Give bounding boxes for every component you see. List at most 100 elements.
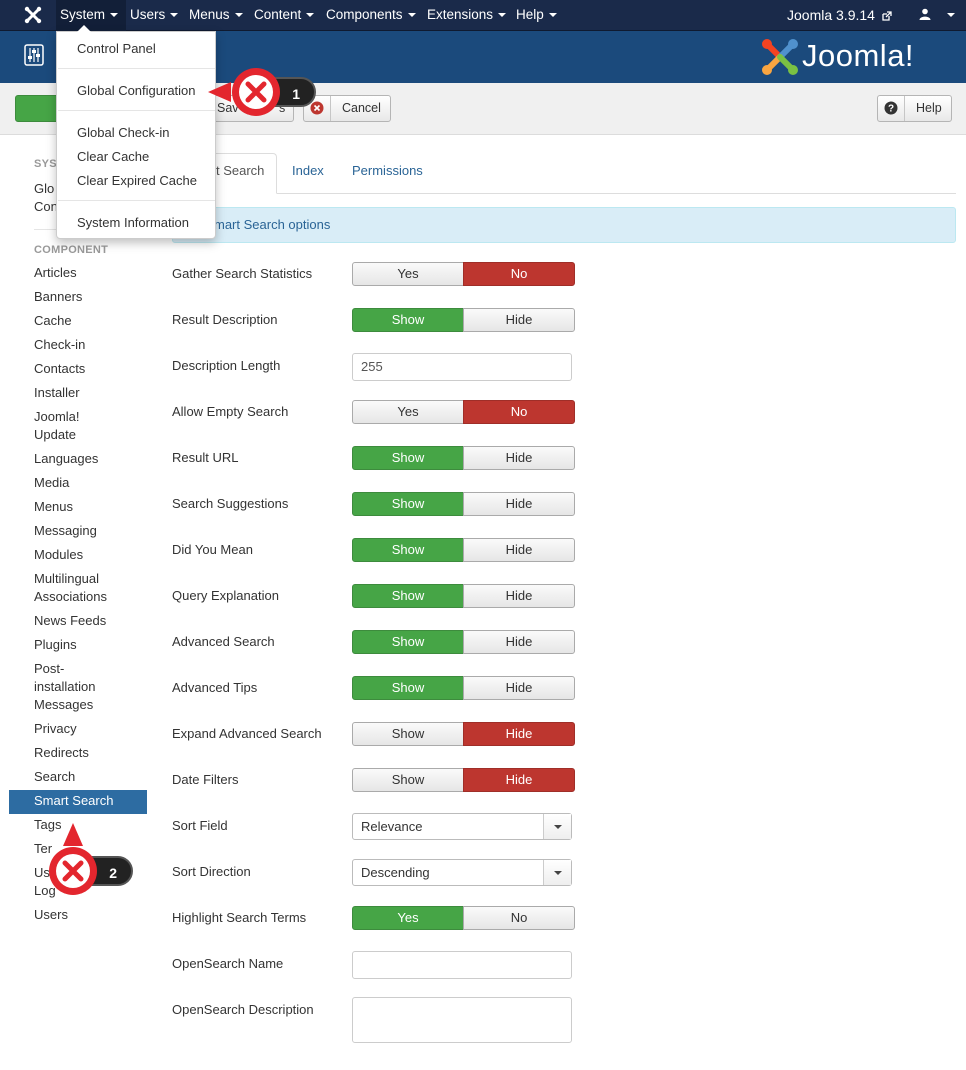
menu-item-clear-expired-cache[interactable]: Clear Expired Cache: [77, 173, 197, 188]
tabs-underline: [172, 193, 956, 194]
tab-permissions[interactable]: Permissions: [352, 163, 423, 178]
toggle-option-hide[interactable]: Hide: [463, 492, 575, 516]
nav-help[interactable]: Help: [516, 0, 557, 31]
sidebar-item-postinstall-3[interactable]: Messages: [34, 696, 93, 714]
menu-item-global-configuration[interactable]: Global Configuration: [77, 83, 196, 98]
toggle-option-hide[interactable]: Hide: [463, 308, 575, 332]
toggle-option-show[interactable]: Show: [352, 722, 464, 746]
cancel-button[interactable]: Cancel: [303, 95, 391, 122]
tab-smart-search-label: t Search: [216, 163, 265, 178]
nav-components[interactable]: Components: [326, 0, 416, 31]
sidebar-item-menus[interactable]: Menus: [34, 498, 73, 516]
select-sort-field[interactable]: Relevance: [352, 813, 572, 840]
sidebar-item-articles[interactable]: Articles: [34, 264, 77, 282]
toggle-expand-advanced-search: Show Hide: [352, 722, 575, 746]
nav-menus-label: Menus: [189, 7, 230, 22]
joomla-logo-icon[interactable]: [24, 6, 42, 24]
toggle-option-show[interactable]: Show: [352, 308, 464, 332]
sidebar-item-search[interactable]: Search: [34, 768, 75, 786]
toggle-date-filters: Show Hide: [352, 768, 575, 792]
label-result-description: Result Description: [172, 312, 278, 327]
chevron-down-icon[interactable]: [543, 814, 571, 839]
menu-divider: [58, 68, 215, 69]
nav-users[interactable]: Users: [130, 0, 179, 31]
version-link[interactable]: Joomla 3.9.14: [787, 0, 892, 31]
toggle-option-hide[interactable]: Hide: [463, 768, 575, 792]
sidebar-item-modules[interactable]: Modules: [34, 546, 83, 564]
cancel-icon: [310, 101, 324, 115]
toggle-option-hide[interactable]: Hide: [463, 538, 575, 562]
toggle-option-yes[interactable]: Yes: [352, 262, 464, 286]
sidebar-item-contacts[interactable]: Contacts: [34, 360, 85, 378]
tab-index[interactable]: Index: [292, 163, 324, 178]
sidebar-item-global-config-2[interactable]: Con: [34, 198, 58, 216]
sidebar-item-multilingual-2[interactable]: Associations: [34, 588, 107, 606]
toggle-option-show[interactable]: Show: [352, 630, 464, 654]
label-highlight-search-terms: Highlight Search Terms: [172, 910, 307, 925]
sidebar-item-postinstall[interactable]: Post-: [34, 660, 64, 678]
nav-content-label: Content: [254, 7, 302, 22]
nav-system[interactable]: System: [56, 0, 126, 31]
toggle-option-show[interactable]: Show: [352, 676, 464, 700]
label-result-url: Result URL: [172, 450, 239, 465]
menu-item-control-panel[interactable]: Control Panel: [77, 41, 156, 56]
menu-item-global-check-in[interactable]: Global Check-in: [77, 125, 170, 140]
toggle-option-show[interactable]: Show: [352, 446, 464, 470]
sidebar-item-languages[interactable]: Languages: [34, 450, 98, 468]
sidebar-item-messaging[interactable]: Messaging: [34, 522, 97, 540]
sidebar-item-check-in[interactable]: Check-in: [34, 336, 85, 354]
toggle-option-hide[interactable]: Hide: [463, 630, 575, 654]
input-description-length[interactable]: 255: [352, 353, 572, 381]
input-opensearch-name[interactable]: [352, 951, 572, 979]
chevron-down-icon[interactable]: [543, 860, 571, 885]
select-sort-direction[interactable]: Descending: [352, 859, 572, 886]
sidebar-item-joomla-update[interactable]: Joomla!: [34, 408, 80, 426]
user-menu[interactable]: [919, 0, 955, 31]
toggle-option-hide[interactable]: Hide: [463, 676, 575, 700]
sidebar-item-plugins[interactable]: Plugins: [34, 636, 77, 654]
toggle-option-no[interactable]: No: [463, 400, 575, 424]
label-gather-search-statistics: Gather Search Statistics: [172, 266, 313, 281]
toggle-option-hide[interactable]: Hide: [463, 584, 575, 608]
toggle-option-yes[interactable]: Yes: [352, 906, 464, 930]
sidebar-item-multilingual[interactable]: Multilingual: [34, 570, 99, 588]
toggle-option-hide[interactable]: Hide: [463, 722, 575, 746]
toggle-option-show[interactable]: Show: [352, 768, 464, 792]
toggle-allow-empty-search: Yes No: [352, 400, 575, 424]
sidebar-item-smart-search[interactable]: Smart Search: [34, 792, 113, 810]
svg-text:?: ?: [888, 104, 894, 115]
sidebar-item-joomla-update-2[interactable]: Update: [34, 426, 76, 444]
nav-components-label: Components: [326, 7, 403, 22]
toggle-option-no[interactable]: No: [463, 262, 575, 286]
sidebar-item-postinstall-2[interactable]: installation: [34, 678, 95, 696]
help-label: Help: [916, 101, 942, 115]
toggle-did-you-mean: Show Hide: [352, 538, 575, 562]
menu-item-system-information[interactable]: System Information: [77, 215, 189, 230]
sidebar-item-banners[interactable]: Banners: [34, 288, 82, 306]
toggle-option-yes[interactable]: Yes: [352, 400, 464, 424]
menu-item-clear-cache[interactable]: Clear Cache: [77, 149, 149, 164]
nav-content[interactable]: Content: [254, 0, 315, 31]
sidebar-item-cache[interactable]: Cache: [34, 312, 72, 330]
textarea-opensearch-description[interactable]: [352, 997, 572, 1043]
toggle-option-no[interactable]: No: [463, 906, 575, 930]
sidebar-item-media[interactable]: Media: [34, 474, 69, 492]
sidebar-item-privacy[interactable]: Privacy: [34, 720, 77, 738]
toggle-option-show[interactable]: Show: [352, 492, 464, 516]
annotation-number-1: 1: [292, 86, 300, 102]
nav-extensions[interactable]: Extensions: [427, 0, 507, 31]
label-date-filters: Date Filters: [172, 772, 239, 787]
help-button[interactable]: ? Help: [877, 95, 952, 122]
sidebar-item-users[interactable]: Users: [34, 906, 68, 924]
toggle-option-show[interactable]: Show: [352, 584, 464, 608]
sidebar-component-header: COMPONENT: [34, 244, 109, 256]
annotation-marker-2-icon: [49, 823, 97, 895]
toggle-option-hide[interactable]: Hide: [463, 446, 575, 470]
sidebar-item-redirects[interactable]: Redirects: [34, 744, 89, 762]
toggle-option-show[interactable]: Show: [352, 538, 464, 562]
nav-menus[interactable]: Menus: [189, 0, 243, 31]
label-opensearch-name: OpenSearch Name: [172, 956, 284, 971]
sidebar-item-installer[interactable]: Installer: [34, 384, 80, 402]
sidebar-item-news-feeds[interactable]: News Feeds: [34, 612, 106, 630]
sidebar-item-global-config[interactable]: Glo: [34, 180, 54, 198]
